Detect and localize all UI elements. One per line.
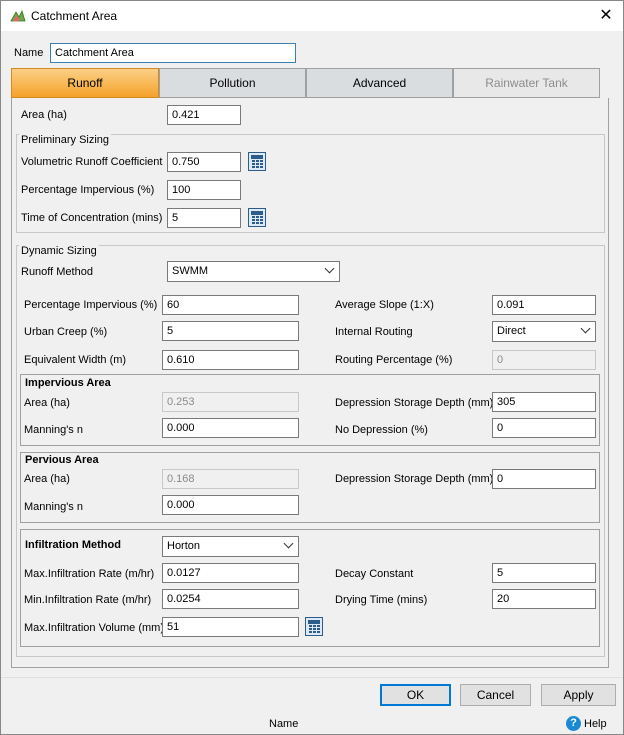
avg-slope-input[interactable]: 0.091 bbox=[492, 295, 596, 315]
chevron-down-icon bbox=[283, 538, 294, 549]
window-title: Catchment Area bbox=[31, 9, 118, 23]
urban-creep-input[interactable]: 5 bbox=[162, 321, 299, 341]
imp-dep-depth-label: Depression Storage Depth (mm) bbox=[335, 397, 494, 409]
catchment-area-dialog: Catchment Area ✕ Name Catchment Area Run… bbox=[0, 0, 624, 735]
decay-constant-input[interactable]: 5 bbox=[492, 563, 596, 583]
title-bar: Catchment Area ✕ bbox=[1, 1, 623, 31]
equiv-width-label: Equivalent Width (m) bbox=[24, 354, 127, 366]
tab-rainwater-tank: Rainwater Tank bbox=[453, 68, 600, 98]
avg-slope-label: Average Slope (1:X) bbox=[335, 299, 434, 311]
perv-mannings-label: Manning's n bbox=[24, 501, 83, 513]
internal-routing-label: Internal Routing bbox=[335, 326, 413, 338]
runoff-method-select[interactable]: SWMM bbox=[167, 261, 340, 282]
preliminary-sizing-legend: Preliminary Sizing bbox=[19, 134, 112, 146]
dyn-pct-impervious-input[interactable]: 60 bbox=[162, 295, 299, 315]
infiltration-method-title: Infiltration Method bbox=[25, 539, 121, 551]
max-volume-input[interactable]: 51 bbox=[162, 617, 299, 637]
no-depression-label: No Depression (%) bbox=[335, 424, 428, 436]
urban-creep-label: Urban Creep (%) bbox=[24, 326, 108, 338]
imp-dep-depth-input[interactable]: 305 bbox=[492, 392, 596, 412]
area-label: Area (ha) bbox=[21, 109, 67, 121]
tab-advanced[interactable]: Advanced bbox=[306, 68, 453, 98]
min-rate-label: Min.Infiltration Rate (m/hr) bbox=[24, 594, 152, 606]
close-icon[interactable]: ✕ bbox=[589, 1, 623, 31]
routing-pct-label: Routing Percentage (%) bbox=[335, 354, 453, 366]
tab-runoff[interactable]: Runoff bbox=[11, 68, 159, 98]
imp-area-label: Area (ha) bbox=[24, 397, 70, 409]
apply-button[interactable]: Apply bbox=[541, 684, 616, 706]
max-rate-input[interactable]: 0.0127 bbox=[162, 563, 299, 583]
tab-pollution[interactable]: Pollution bbox=[159, 68, 306, 98]
catchment-app-icon bbox=[10, 9, 26, 22]
chevron-down-icon bbox=[324, 263, 335, 274]
min-rate-input[interactable]: 0.0254 bbox=[162, 589, 299, 609]
help-icon[interactable]: ? bbox=[566, 716, 581, 731]
perv-area-input: 0.168 bbox=[162, 469, 299, 489]
infiltration-method-value: Horton bbox=[167, 540, 201, 552]
equiv-width-input[interactable]: 0.610 bbox=[162, 350, 299, 370]
max-volume-label: Max.Infiltration Volume (mm) bbox=[24, 622, 164, 634]
name-input[interactable]: Catchment Area bbox=[50, 43, 296, 63]
chevron-down-icon bbox=[580, 323, 591, 334]
imp-area-input: 0.253 bbox=[162, 392, 299, 412]
pct-impervious-label: Percentage Impervious (%) bbox=[21, 184, 155, 196]
calculator-icon[interactable] bbox=[248, 208, 266, 227]
dynamic-sizing-legend: Dynamic Sizing bbox=[19, 245, 99, 257]
imp-mannings-label: Manning's n bbox=[24, 424, 83, 436]
pct-impervious-input[interactable]: 100 bbox=[167, 180, 241, 200]
status-text: Name bbox=[269, 718, 299, 730]
no-depression-input[interactable]: 0 bbox=[492, 418, 596, 438]
routing-pct-input: 0 bbox=[492, 350, 596, 370]
impervious-area-title: Impervious Area bbox=[25, 377, 111, 389]
calculator-icon[interactable] bbox=[248, 152, 266, 171]
max-rate-label: Max.Infiltration Rate (m/hr) bbox=[24, 568, 155, 580]
decay-constant-label: Decay Constant bbox=[335, 568, 414, 580]
cancel-button[interactable]: Cancel bbox=[460, 684, 531, 706]
time-concentration-label: Time of Concentration (mins) bbox=[21, 212, 163, 224]
perv-dep-depth-input[interactable]: 0 bbox=[492, 469, 596, 489]
status-bar bbox=[1, 710, 623, 734]
runoff-coefficient-input[interactable]: 0.750 bbox=[167, 152, 241, 172]
runoff-method-value: SWMM bbox=[172, 265, 209, 277]
runoff-method-label: Runoff Method bbox=[21, 266, 93, 278]
infiltration-method-select[interactable]: Horton bbox=[162, 536, 299, 557]
area-input[interactable]: 0.421 bbox=[167, 105, 241, 125]
calculator-icon[interactable] bbox=[305, 617, 323, 636]
name-label: Name bbox=[14, 47, 44, 59]
dyn-pct-impervious-label: Percentage Impervious (%) bbox=[24, 299, 158, 311]
perv-area-label: Area (ha) bbox=[24, 473, 70, 485]
drying-time-label: Drying Time (mins) bbox=[335, 594, 428, 606]
perv-dep-depth-label: Depression Storage Depth (mm) bbox=[335, 473, 494, 485]
runoff-coefficient-label: Volumetric Runoff Coefficient bbox=[21, 156, 163, 168]
pervious-area-title: Pervious Area bbox=[25, 454, 99, 466]
internal-routing-select[interactable]: Direct bbox=[492, 321, 596, 342]
ok-button[interactable]: OK bbox=[380, 684, 451, 706]
divider bbox=[1, 677, 623, 678]
internal-routing-value: Direct bbox=[497, 325, 526, 337]
time-concentration-input[interactable]: 5 bbox=[167, 208, 241, 228]
perv-mannings-input[interactable]: 0.000 bbox=[162, 495, 299, 515]
imp-mannings-input[interactable]: 0.000 bbox=[162, 418, 299, 438]
drying-time-input[interactable]: 20 bbox=[492, 589, 596, 609]
help-link[interactable]: Help bbox=[584, 718, 607, 730]
